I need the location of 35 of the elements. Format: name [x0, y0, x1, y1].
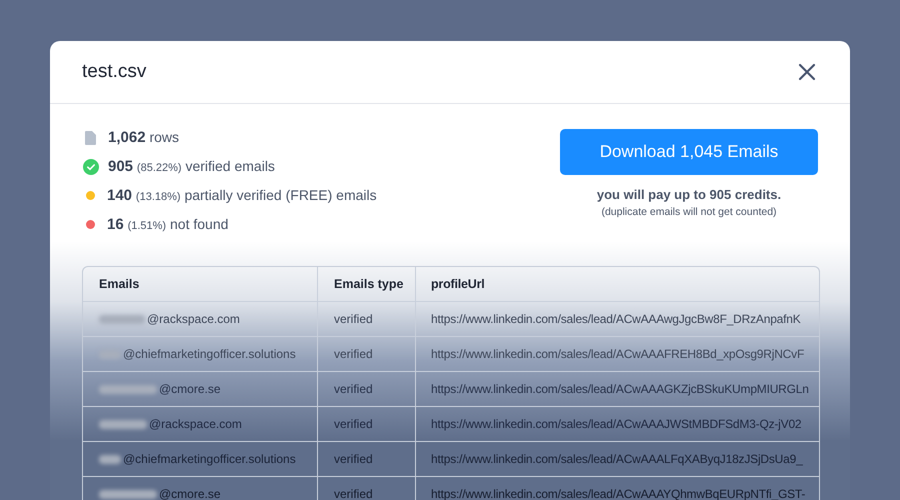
- email-domain: @rackspace.com: [149, 417, 242, 431]
- email-domain: @cmore.se: [159, 382, 221, 396]
- duplicates-note: (duplicate emails will not get counted): [601, 206, 777, 218]
- blurred-text: [99, 420, 147, 428]
- column-header: Emails type: [318, 267, 416, 301]
- stat-text: 16 (1.51%) not found: [107, 216, 228, 233]
- email-domain: @rackspace.com: [147, 312, 240, 326]
- email-domain: @chiefmarketingofficer.solutions: [123, 347, 296, 361]
- blurred-text: [99, 314, 145, 324]
- credits-note: you will pay up to 905 credits.: [596, 187, 782, 202]
- email-domain: @cmore.se: [159, 487, 221, 500]
- table-cell: verified: [318, 407, 416, 441]
- download-button[interactable]: Download 1,045 Emails: [560, 129, 818, 175]
- blurred-text: [99, 384, 157, 394]
- dialog-title: test.csv: [82, 61, 146, 83]
- column-header: Emails: [83, 267, 318, 301]
- stat-text: 140 (13.18%) partially verified (FREE) emails: [107, 187, 377, 204]
- table-cell: verified: [318, 442, 416, 476]
- file-icon: [85, 130, 96, 144]
- email-domain: @chiefmarketingofficer.solutions: [123, 452, 296, 466]
- column-header: profileUrl: [430, 276, 486, 293]
- table-cell: verified: [318, 337, 416, 371]
- table-cell-text: https://www.linkedin.com/sales/lead/ACwAAAJWStMBDFSdM3-Qz-jV02: [430, 416, 802, 433]
- table-cell: verified: [318, 302, 416, 336]
- stat-text: 1,062 rows: [108, 129, 179, 146]
- table-cell-text: https://www.linkedin.com/sales/lead/ACwAAAGKZjcBSkuKUmpMIURGLn: [430, 381, 810, 398]
- stat-text: 905 (85.22%) verified emails: [108, 158, 275, 175]
- table-cell-text: https://www.linkedin.com/sales/lead/ACwAAAwgJgcBw8F_DRzAnpafnK: [430, 311, 802, 328]
- table-cell: verified: [318, 372, 416, 406]
- table-cell-text: https://www.linkedin.com/sales/lead/ACwAAALFqXAByqJ18zJSjDsUa9_: [430, 451, 804, 468]
- close-icon[interactable]: [798, 63, 816, 81]
- blurred-text: [99, 490, 157, 498]
- blurred-text: [99, 454, 121, 464]
- table-cell-text: https://www.linkedin.com/sales/lead/ACwAAAFREH8Bd_xpOsg9RjNCvF: [430, 346, 806, 363]
- table-cell: verified: [318, 477, 416, 500]
